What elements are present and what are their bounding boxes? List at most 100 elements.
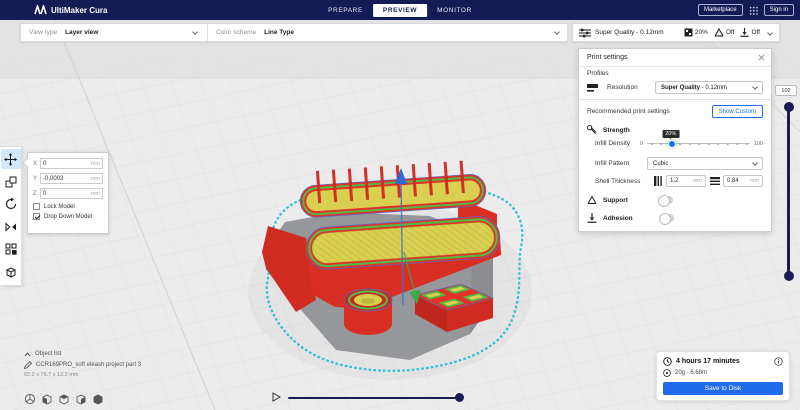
color-scheme-dropdown[interactable]: Color scheme Line Type: [208, 24, 567, 41]
pencil-icon: [24, 360, 32, 369]
z-label: Z: [33, 190, 37, 197]
object-list-title: Object list: [35, 351, 62, 357]
strength-title: Strength: [603, 126, 630, 134]
adhesion-toggle[interactable]: [658, 213, 674, 225]
app-title: UltiMaker Cura: [51, 5, 108, 15]
color-scheme-label: Color scheme: [216, 29, 257, 36]
layer-slider-track[interactable]: [787, 107, 790, 277]
move-tool-button[interactable]: [0, 149, 21, 169]
x-position-input[interactable]: 0 mm: [40, 158, 103, 169]
support-icon: [587, 195, 597, 204]
slider-min: 0: [640, 140, 644, 147]
chevron-up-icon: [24, 351, 31, 356]
clock-icon: [663, 357, 672, 366]
chevron-down-icon: [192, 28, 198, 35]
summary-profile: Super Quality - 0.12mm: [595, 29, 664, 36]
support-blocker-button[interactable]: [1, 262, 21, 282]
tab-preview[interactable]: PREVIEW: [372, 3, 428, 17]
close-icon[interactable]: [758, 54, 765, 61]
view-3d-icon[interactable]: [24, 393, 36, 405]
color-scheme-value: Line Type: [264, 29, 294, 36]
wall-thickness-input[interactable]: 1.2 mm: [666, 175, 706, 187]
top-bottom-thickness-input[interactable]: 0.84 mm: [723, 175, 763, 187]
material-usage: 20g · 6.68m: [675, 369, 708, 376]
view-type-value: Layer view: [65, 29, 99, 36]
support-label: Support: [603, 196, 628, 204]
object-file-name: CCR169PRO_soft eleash project part 3: [36, 361, 142, 368]
view-right-icon[interactable]: [92, 393, 104, 405]
shell-thickness-label: Shell Thickness: [595, 177, 641, 185]
chevron-down-icon: [767, 29, 773, 36]
chevron-down-icon: [554, 28, 560, 35]
view-top-icon[interactable]: [58, 393, 70, 405]
summary-infill: 20%: [694, 29, 708, 36]
apps-grid-icon[interactable]: [748, 5, 758, 15]
save-to-disk-button[interactable]: Save to Disk: [663, 382, 783, 395]
adhesion-icon: [740, 28, 749, 37]
object-list-header[interactable]: Object list: [24, 351, 141, 357]
simulation-slider-track[interactable]: [288, 396, 460, 399]
show-custom-button[interactable]: Show Custom: [711, 105, 763, 118]
slider-max: 100: [753, 140, 763, 147]
object-list-item[interactable]: CCR169PRO_soft eleash project part 3: [24, 360, 142, 369]
per-model-settings-button[interactable]: [1, 239, 21, 259]
view-left-icon[interactable]: [75, 393, 87, 405]
resolution-value: Super Quality - 0.12mm: [661, 84, 728, 91]
z-position-input[interactable]: 0 mm: [40, 188, 103, 199]
lock-model-label: Lock Model: [44, 203, 75, 210]
object-list: Object list CCR169PRO_soft eleash projec…: [24, 351, 141, 382]
tool-sidebar: [0, 146, 22, 286]
print-job-card: 4 hours 17 minutes 20g · 6.68m Save to D…: [656, 351, 790, 401]
y-position-input[interactable]: -0.0003 mm: [40, 173, 103, 184]
adhesion-label: Adhesion: [603, 214, 633, 222]
print-settings-title: Print settings: [587, 54, 628, 61]
view-type-label: View type: [29, 29, 58, 36]
top-bottom-thickness-icon: [710, 176, 720, 185]
infill-density-handle[interactable]: [667, 139, 676, 148]
print-time: 4 hours 17 minutes: [676, 358, 740, 365]
scale-tool-button[interactable]: [1, 172, 21, 192]
drop-down-model-checkbox[interactable]: [33, 213, 40, 220]
strength-screw-icon: [587, 125, 597, 134]
model-bowl: [343, 288, 393, 335]
resolution-label: Resolution: [607, 84, 638, 91]
tab-prepare[interactable]: PREPARE: [318, 3, 373, 18]
cura-app: UltiMaker Cura PREPARE PREVIEW MONITOR M…: [0, 0, 800, 410]
resolution-icon: [587, 84, 598, 92]
infill-pattern-dropdown[interactable]: Cubic: [647, 157, 763, 170]
simulation-slider-handle[interactable]: [455, 393, 464, 402]
print-setup-summary[interactable]: Super Quality - 0.12mm 20% Off Off: [572, 23, 780, 42]
lock-model-checkbox[interactable]: [33, 203, 40, 210]
x-label: X: [33, 160, 38, 167]
infill-density-slider[interactable]: 0 20% 100: [640, 129, 763, 148]
resolution-dropdown[interactable]: Super Quality - 0.12mm: [655, 81, 763, 94]
layer-slider-bottom-handle[interactable]: [783, 271, 794, 281]
view-front-icon[interactable]: [41, 393, 53, 405]
infill-density-label: Infill Density: [595, 140, 631, 147]
simulation-play-button[interactable]: [272, 392, 281, 402]
layer-slider-top-handle[interactable]: [783, 102, 794, 112]
print-settings-panel: Print settings Profiles Resolution Super…: [578, 48, 772, 232]
rotate-tool-button[interactable]: [1, 194, 21, 214]
support-toggle[interactable]: [657, 195, 673, 207]
mirror-tool-button[interactable]: [1, 217, 21, 237]
support-icon: [714, 28, 724, 37]
sign-in-button[interactable]: Sign in: [763, 4, 794, 16]
stage-tabs: PREPARE PREVIEW MONITOR: [318, 0, 482, 20]
brand: UltiMaker Cura: [34, 5, 107, 15]
infill-pattern-label: Infill Pattern: [595, 160, 630, 167]
view-type-dropdown[interactable]: View type Layer view: [21, 24, 207, 41]
chevron-down-icon: [752, 83, 758, 90]
object-dimensions: 82.2 x 76.7 x 12.2 mm: [24, 372, 79, 378]
infill-icon: [684, 28, 693, 37]
tab-monitor[interactable]: MONITOR: [427, 3, 482, 18]
ultimaker-logo: [34, 5, 47, 15]
divider: [579, 66, 771, 67]
y-label: Y: [33, 175, 38, 182]
marketplace-button[interactable]: Marketplace: [697, 4, 743, 16]
move-tool-panel: X 0 mm Y -0.0003 mm Z 0 mm Lock Model Dr…: [27, 152, 109, 234]
adhesion-icon: [587, 213, 597, 223]
profile-sliders-icon: [579, 28, 591, 37]
drop-down-model-label: Drop Down Model: [44, 213, 93, 220]
info-icon[interactable]: [774, 357, 783, 366]
